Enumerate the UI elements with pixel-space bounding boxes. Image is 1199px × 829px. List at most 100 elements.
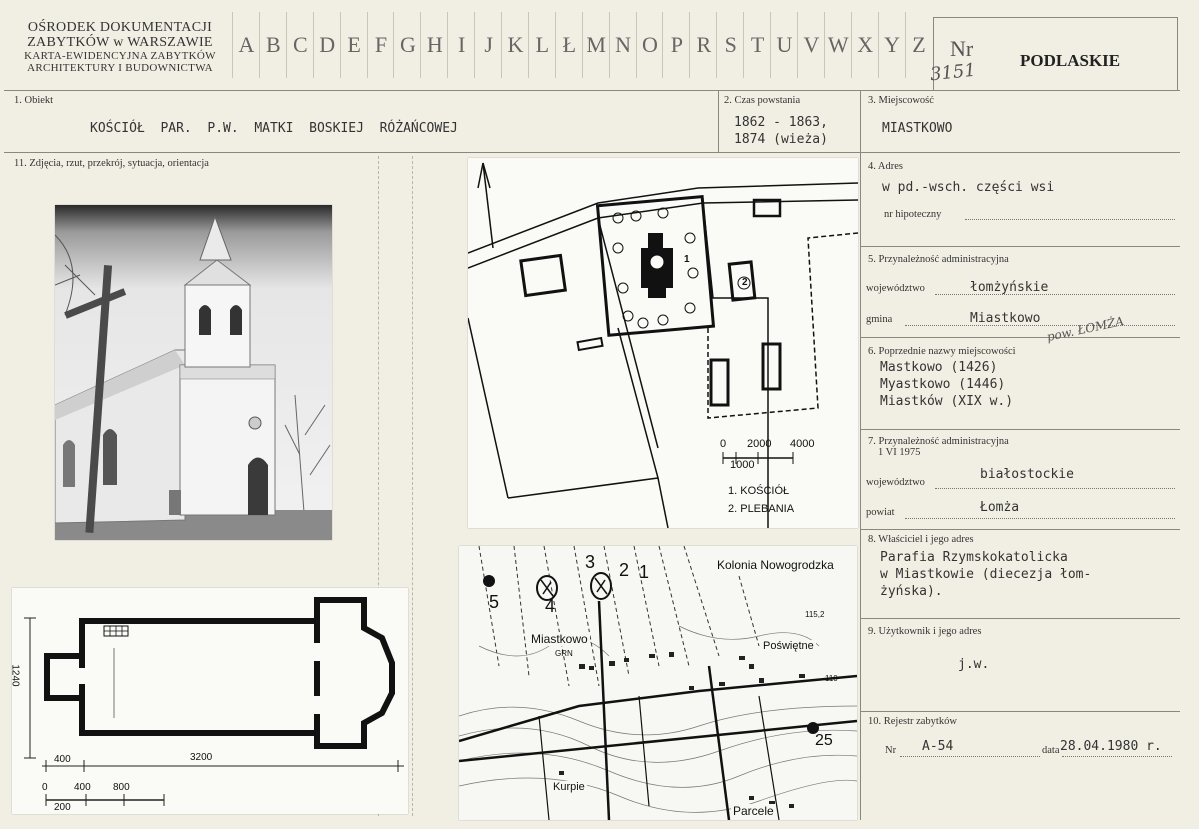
adres-value: w pd.-wsch. części wsi: [882, 180, 1055, 195]
index-letter: N: [608, 12, 637, 78]
index-letter: Y: [877, 12, 906, 78]
obiekt-value: KOŚCIÓŁ PAR. P.W. MATKI BOSKIEJ RÓŻAŃCOW…: [90, 121, 458, 136]
nr-label: Nr: [950, 36, 974, 61]
org-line-1: OŚRODEK DOKUMENTACJI: [27, 20, 213, 35]
topo-n5: 5: [489, 592, 500, 612]
dim-1240: 1240: [9, 664, 21, 687]
scale-200: 200: [54, 802, 71, 813]
miejscowosc-label: 3. Miejscowość: [868, 95, 934, 106]
topographic-map-drawing: [459, 546, 857, 820]
czas-label: 2. Czas powstania: [724, 95, 801, 106]
index-letter: M: [581, 12, 610, 78]
topo-n25: 25: [815, 732, 833, 749]
site-legend-1: 1. KOŚCIÓŁ: [728, 485, 790, 497]
powiat-1975-label: powiat: [866, 507, 895, 518]
hipoteczny-label: nr hipoteczny: [884, 209, 942, 220]
rejestr-data-value: 28.04.1980 r.: [1060, 739, 1162, 754]
czas-line-1: 1862 - 1863,: [734, 115, 828, 130]
topo-elevation: 115,2: [805, 610, 825, 619]
topo-n110: 110: [825, 674, 838, 683]
rejestr-label: 10. Rejestr zabytków: [868, 716, 957, 727]
dim-400-top: 400: [54, 754, 71, 765]
rejestr-nr-label: Nr: [885, 745, 897, 756]
index-letter: P: [662, 12, 690, 78]
dim-3200: 3200: [190, 752, 213, 763]
site-legend-2: 2. PLEBANIA: [728, 503, 795, 515]
org-line-4: ARCHITEKTURY I BUDOWNICTWA: [27, 62, 213, 74]
index-letter: J: [474, 12, 502, 78]
wlasciciel-line-1: Parafia Rzymskokatolicka: [880, 550, 1068, 565]
topo-miastkowo: Miastkowo: [529, 632, 590, 646]
rejestr-nr-value: A-54: [922, 739, 954, 754]
powiat-note: pow. ŁOMŻA: [1045, 313, 1126, 345]
poprzednie-line-1: Mastkowo (1426): [880, 360, 998, 375]
index-letter: H: [420, 12, 448, 78]
index-letter: L: [527, 12, 556, 78]
index-letter: S: [716, 12, 744, 78]
woj-1975-value: białostockie: [980, 467, 1074, 482]
index-letter: R: [689, 12, 717, 78]
topo-kolonia: Kolonia Nowogrodzka: [715, 558, 836, 572]
site-scale-4000: 4000: [790, 438, 815, 450]
index-letter: Z: [904, 12, 933, 78]
index-letter: U: [770, 12, 798, 78]
przynaleznosc-1975-sub: 1 VI 1975: [878, 447, 921, 458]
site-scale-1000: 1000: [730, 459, 755, 471]
site-plan-drawing: [467, 158, 859, 529]
woj-value: łomżyńskie: [970, 280, 1049, 295]
rejestr-data-label: data: [1042, 745, 1060, 756]
index-letter: G: [393, 12, 421, 78]
gmina-label: gmina: [866, 314, 893, 325]
index-letter: V: [796, 12, 825, 78]
woj-label: województwo: [866, 283, 925, 294]
poprzednie-line-2: Myastkowo (1446): [880, 377, 1006, 392]
powiat-1975-value: Łomża: [980, 500, 1020, 515]
wlasciciel-line-3: żyńska).: [880, 584, 943, 599]
obiekt-label: 1. Obiekt: [14, 95, 54, 106]
scale-400: 400: [74, 782, 91, 793]
topo-n3: 3: [585, 552, 596, 572]
church-photo-image: [54, 205, 332, 540]
site-mark-1: 1: [684, 254, 690, 265]
church-photo: [54, 205, 332, 540]
poprzednie-line-3: Miastków (XIX w.): [880, 394, 1014, 409]
scale-0: 0: [42, 782, 48, 793]
przynaleznosc-label: 5. Przynależność administracyjna: [868, 254, 1009, 265]
region-label: PODLASKIE: [1020, 51, 1121, 70]
index-letter: D: [312, 12, 341, 78]
wlasciciel-label: 8. Właściciel i jego adres: [868, 534, 974, 545]
topo-grn: GRN: [555, 649, 573, 658]
index-letter: A: [232, 12, 260, 78]
site-plan: 1 2 0 2000 4000 1000 1. KOŚCIÓŁ 2. PLEBA…: [467, 158, 859, 529]
org-line-3: KARTA-EWIDENCYJNA ZABYTKÓW: [24, 50, 216, 62]
site-mark-2: 2: [742, 277, 748, 288]
index-letter: O: [635, 12, 664, 78]
topographic-map: Kolonia Nowogrodzka Miastkowo GRN Poświę…: [459, 546, 857, 820]
topo-kurpie: Kurpie: [551, 781, 587, 793]
site-scale-2000: 2000: [747, 438, 772, 450]
index-letter: T: [743, 12, 771, 78]
czas-line-2: 1874 (wieża): [734, 132, 828, 147]
index-letter: W: [823, 12, 852, 78]
index-letter: K: [501, 12, 529, 78]
poprzednie-label: 6. Poprzednie nazwy miejscowości: [868, 346, 1016, 357]
uzytkownik-value: j.w.: [958, 657, 990, 672]
floor-plan-drawing: [12, 588, 408, 814]
index-letter: C: [285, 12, 314, 78]
index-letter: F: [366, 12, 395, 78]
index-letter: Ł: [554, 12, 583, 78]
topo-n4: 4: [545, 596, 556, 616]
index-letter: B: [258, 12, 287, 78]
index-letter: I: [447, 12, 475, 78]
topo-n1: 1: [639, 562, 650, 582]
floor-plan: 1240 400 3200 0 400 800 200: [9, 588, 408, 814]
topo-poswietne: Poświętne: [761, 640, 816, 652]
index-letter: X: [850, 12, 879, 78]
uzytkownik-label: 9. Użytkownik i jego adres: [868, 626, 982, 637]
topo-n2: 2: [619, 560, 630, 580]
miejscowosc-value: MIASTKOWO: [882, 121, 953, 136]
topo-parcele: Parcele: [731, 804, 776, 818]
index-letter: E: [339, 12, 368, 78]
scale-800: 800: [113, 782, 130, 793]
adres-label: 4. Adres: [868, 161, 903, 172]
